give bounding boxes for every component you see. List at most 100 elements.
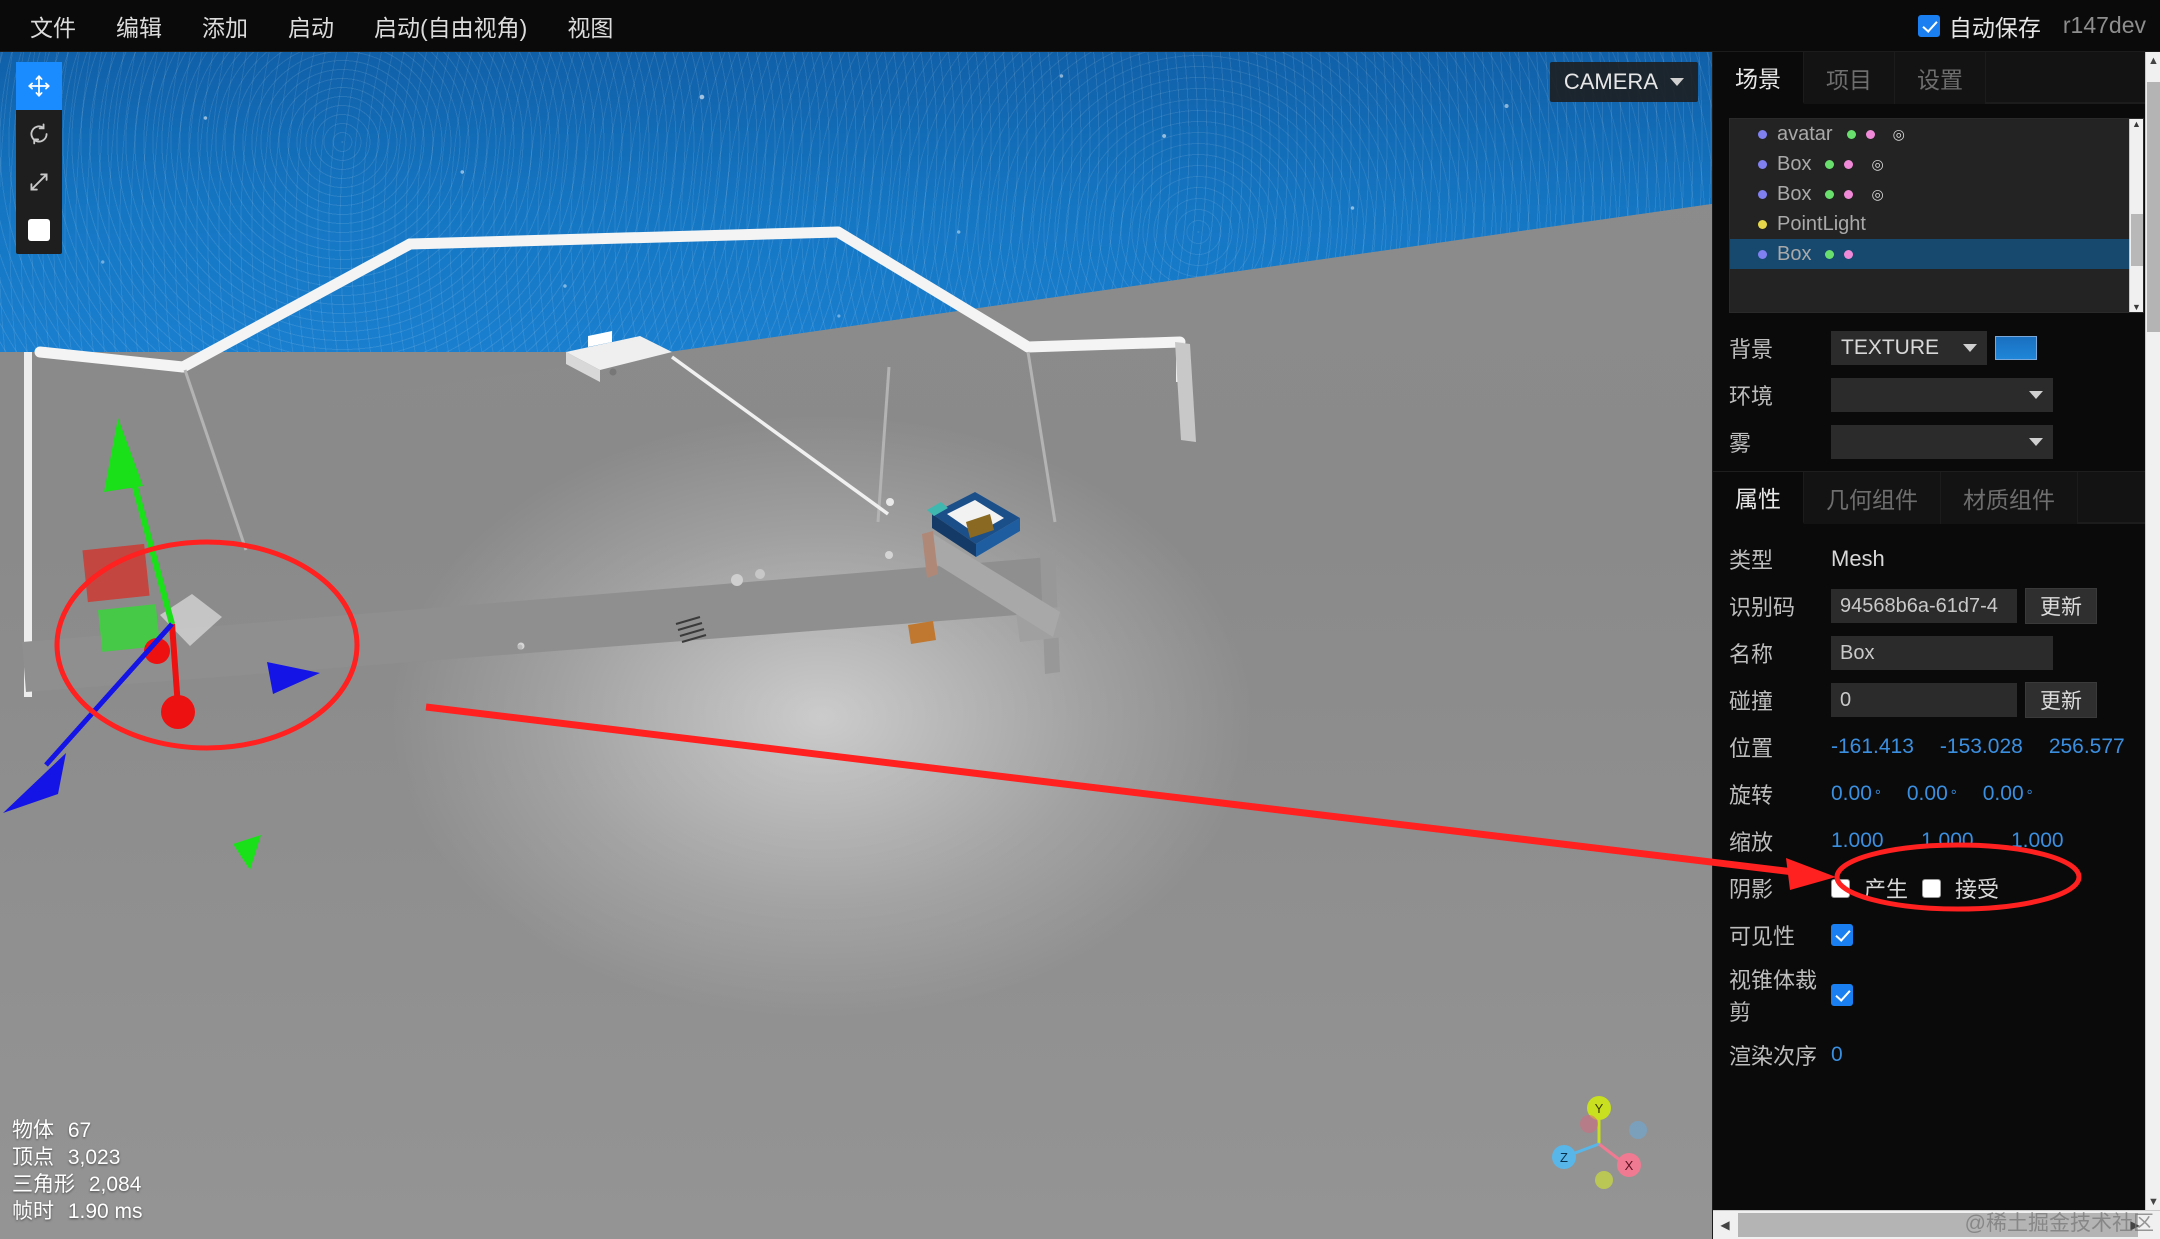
panel-vertical-scrollbar[interactable]: ▲ ▼ <box>2145 52 2160 1210</box>
row-type: 类型 Mesh <box>1729 540 2144 578</box>
menu-edit[interactable]: 编辑 <box>98 3 180 49</box>
scale-y[interactable]: 1.000 <box>1921 829 1985 853</box>
visible-checkbox[interactable] <box>1831 924 1853 946</box>
scroll-right-icon[interactable]: ▶ <box>2123 1211 2147 1239</box>
object-properties: 类型 Mesh 识别码 94568b6a-61d7-4 更新 名称 Box 碰撞… <box>1713 524 2160 1074</box>
stat-frametime-label: 帧时 <box>12 1200 54 1223</box>
scroll-up-icon[interactable]: ▲ <box>2146 52 2160 69</box>
outliner-item-box-1[interactable]: Box ◎ <box>1730 149 2143 179</box>
outliner-scrollbar[interactable]: ▲ ▼ <box>2129 119 2143 312</box>
scroll-left-icon[interactable]: ◀ <box>1713 1211 1737 1239</box>
object-dot-icon <box>1758 159 1767 169</box>
outliner-item-box-2[interactable]: Box ◎ <box>1730 179 2143 209</box>
rotation-z-wrap[interactable]: 0.00 ° <box>1983 782 2033 806</box>
tab-object-properties[interactable]: 属性 <box>1713 472 1804 524</box>
axis-gizmo[interactable]: Y Z X <box>1541 1082 1656 1197</box>
texture-icon[interactable]: ◎ <box>1893 127 1905 141</box>
scene-outliner[interactable]: avatar ◎ Box ◎ Box ◎ PointLight Box ▲ ▼ <box>1729 118 2144 313</box>
outliner-item-label: Box <box>1777 242 1812 265</box>
shadow-receive-checkbox[interactable] <box>1922 878 1942 898</box>
outliner-scroll-thumb[interactable] <box>2131 214 2143 266</box>
rotation-y-wrap[interactable]: 0.00 ° <box>1907 782 1957 806</box>
autosave-checkbox[interactable] <box>1917 14 1940 37</box>
scale-x[interactable]: 1.000 <box>1831 829 1895 853</box>
stat-frametime: 帧时 1.90 ms <box>12 1198 143 1225</box>
material-dot-icon[interactable] <box>1844 189 1854 199</box>
environment-select[interactable] <box>1831 378 2053 412</box>
position-y[interactable]: -153.028 <box>1940 735 2023 759</box>
panel-hscroll-thumb[interactable] <box>1738 1213 2138 1237</box>
fog-select[interactable] <box>1831 425 2053 459</box>
outliner-item-avatar[interactable]: avatar ◎ <box>1730 119 2143 149</box>
collision-input[interactable]: 0 <box>1831 683 2017 717</box>
object-dot-icon <box>1758 249 1767 259</box>
menu-bar: 文件 编辑 添加 启动 启动(自由视角) 视图 自动保存 r147dev <box>0 0 2160 52</box>
camera-selector[interactable]: CAMERA <box>1549 62 1698 102</box>
rotation-y: 0.00 <box>1906 782 1948 805</box>
menu-add[interactable]: 添加 <box>184 3 266 49</box>
stat-vertices: 顶点 3,023 <box>12 1144 143 1171</box>
collision-label: 碰撞 <box>1729 689 1774 714</box>
panel-scroll-thumb[interactable] <box>2147 82 2160 332</box>
scale-tool[interactable] <box>16 158 62 206</box>
row-environment: 环境 <box>1729 376 2144 414</box>
position-z[interactable]: 256.577 <box>2049 735 2125 759</box>
collision-update-button[interactable]: 更新 <box>2025 682 2097 718</box>
texture-icon[interactable]: ◎ <box>1871 187 1883 201</box>
chevron-down-icon <box>1670 78 1684 86</box>
texture-icon[interactable]: ◎ <box>1871 157 1883 171</box>
uuid-input[interactable]: 94568b6a-61d7-4 <box>1831 589 2017 623</box>
type-value: Mesh <box>1831 546 1885 571</box>
geometry-dot-icon[interactable] <box>1825 249 1835 259</box>
autosave-toggle[interactable]: 自动保存 <box>1917 9 2041 43</box>
menu-file[interactable]: 文件 <box>12 3 94 49</box>
menu-view[interactable]: 视图 <box>549 3 631 49</box>
uuid-label: 识别码 <box>1729 595 1796 620</box>
position-x[interactable]: -161.413 <box>1831 735 1914 759</box>
panel-horizontal-scrollbar[interactable]: ◀ ▶ <box>1713 1210 2160 1239</box>
stat-objects: 物体 67 <box>12 1117 143 1144</box>
frustum-checkbox[interactable] <box>1831 984 1853 1006</box>
stat-vertices-label: 顶点 <box>12 1146 54 1169</box>
scale-z[interactable]: 1.000 <box>2011 829 2075 853</box>
shadow-cast-checkbox[interactable] <box>1831 878 1850 898</box>
scroll-down-icon[interactable]: ▼ <box>2132 302 2141 312</box>
row-scale: 缩放 1.000 1.000 1.000 <box>1729 822 2144 860</box>
tabs-filler <box>1986 52 2160 103</box>
background-type-value: TEXTURE <box>1841 336 1940 359</box>
scroll-up-icon[interactable]: ▲ <box>2132 119 2141 129</box>
geometry-dot-icon[interactable] <box>1846 129 1856 139</box>
menu-play[interactable]: 启动 <box>270 3 352 49</box>
visible-label: 可见性 <box>1729 924 1796 949</box>
tab-scene[interactable]: 场景 <box>1713 52 1804 104</box>
menu-play-free-camera[interactable]: 启动(自由视角) <box>356 3 545 49</box>
background-texture-thumbnail[interactable] <box>1995 336 2037 360</box>
translate-tool[interactable] <box>16 62 62 110</box>
rotation-label: 旋转 <box>1729 783 1774 808</box>
viewport-3d[interactable]: CAMERA 物体 67 顶点 3,023 三角形 2,084 帧时 1.90 … <box>0 52 1712 1239</box>
outliner-item-box-3-selected[interactable]: Box <box>1730 239 2143 269</box>
material-dot-icon[interactable] <box>1865 129 1875 139</box>
material-dot-icon[interactable] <box>1844 159 1854 169</box>
scroll-down-icon[interactable]: ▼ <box>2146 1193 2160 1210</box>
material-dot-icon[interactable] <box>1844 249 1854 259</box>
tab-material[interactable]: 材质组件 <box>1941 472 2078 524</box>
rotate-tool[interactable] <box>16 110 62 158</box>
tab-project[interactable]: 项目 <box>1804 52 1895 104</box>
background-type-select[interactable]: TEXTURE <box>1831 331 1987 365</box>
object-dot-icon <box>1758 129 1767 139</box>
axis-z-neg-handle <box>1629 1121 1647 1139</box>
uuid-update-button[interactable]: 更新 <box>2025 588 2097 624</box>
outliner-item-label: PointLight <box>1777 212 1866 235</box>
geometry-dot-icon[interactable] <box>1825 159 1835 169</box>
row-collision: 碰撞 0 更新 <box>1729 681 2144 719</box>
name-input[interactable]: Box <box>1831 636 2053 670</box>
render-order-value[interactable]: 0 <box>1831 1043 1895 1067</box>
tab-settings[interactable]: 设置 <box>1895 52 1986 104</box>
tab-geometry[interactable]: 几何组件 <box>1804 472 1941 524</box>
geometry-dot-icon[interactable] <box>1825 189 1835 199</box>
outliner-item-pointlight[interactable]: PointLight <box>1730 209 2143 239</box>
stat-triangles-label: 三角形 <box>12 1173 75 1196</box>
grid-toggle[interactable] <box>16 206 62 254</box>
rotation-x-wrap[interactable]: 0.00 ° <box>1831 782 1881 806</box>
